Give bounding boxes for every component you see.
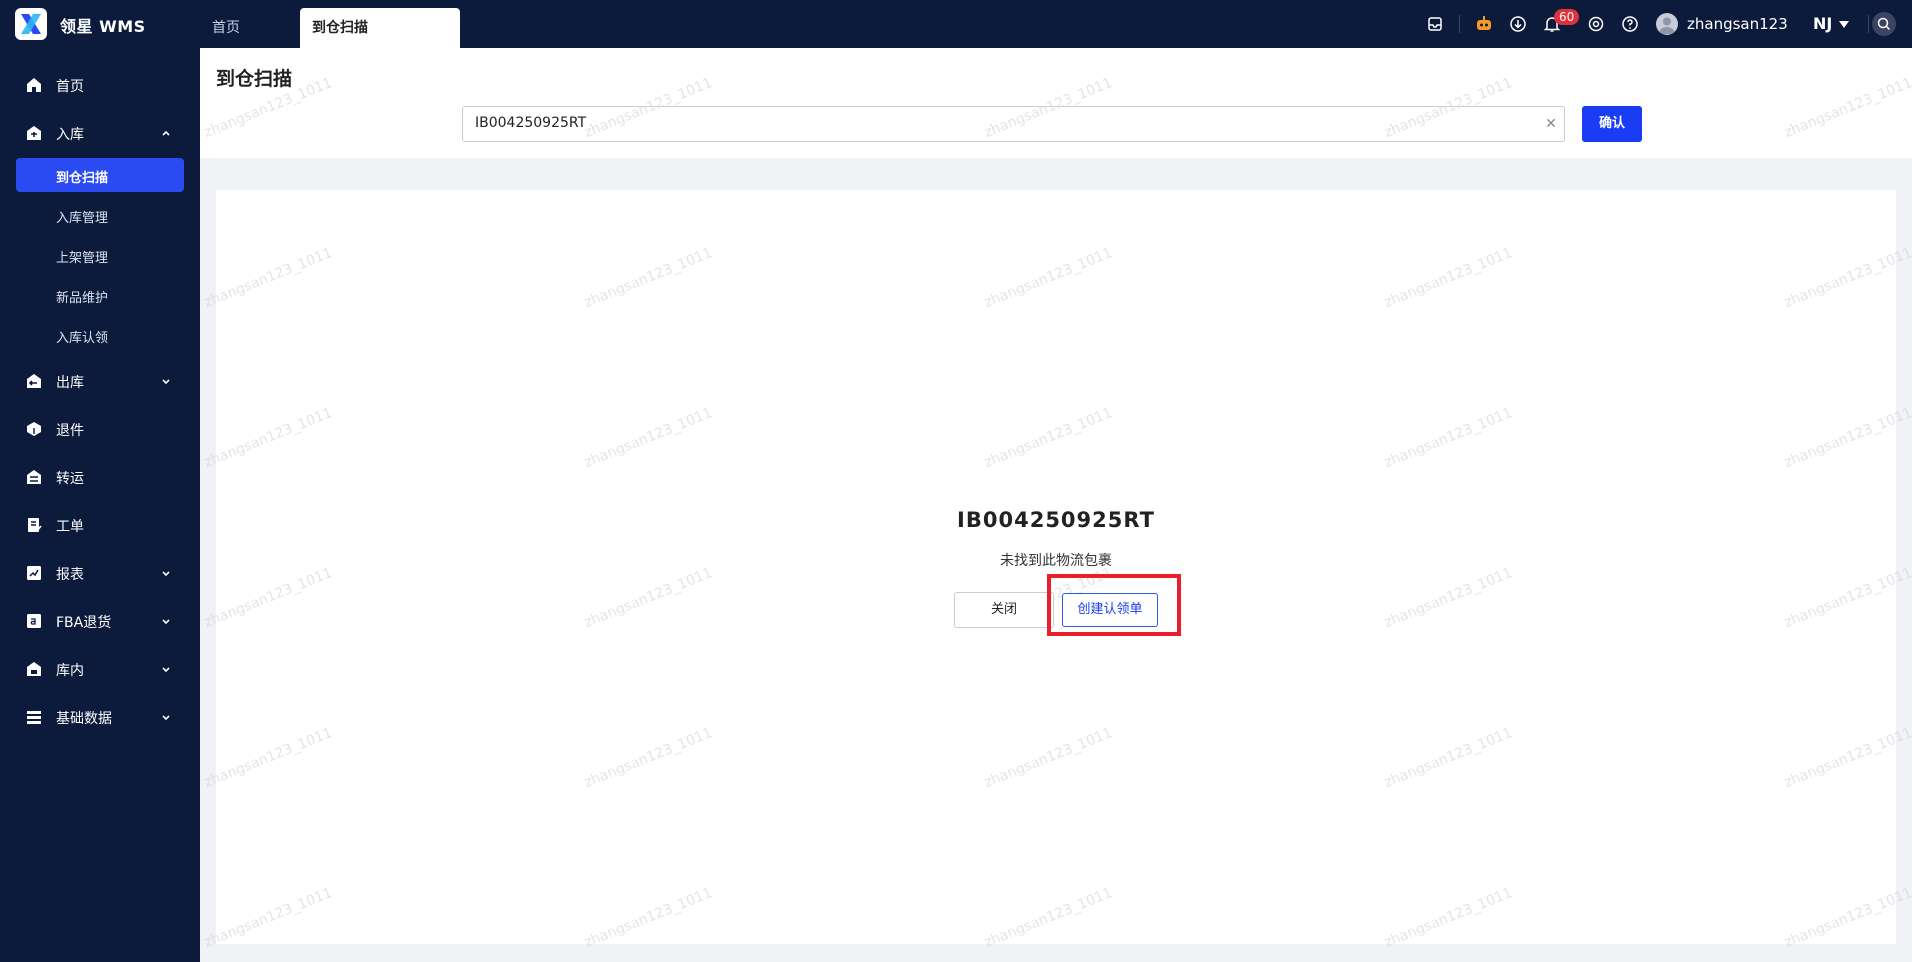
sidebar-item-label: 转运 — [56, 471, 84, 487]
notification-badge: 60 — [1554, 9, 1580, 25]
sidebar-item-label: 首页 — [56, 79, 84, 95]
chevron-down-icon — [162, 667, 170, 673]
robot-icon[interactable] — [1474, 14, 1494, 34]
sidebar-item-inbound-management[interactable]: 入库管理 — [16, 198, 184, 232]
sidebar-item-arrival-scan[interactable]: 到仓扫描 — [16, 158, 184, 192]
tab-home[interactable]: 首页 — [200, 8, 252, 48]
sidebar: 首页 入库 到仓扫描 入库管理 上架管理 新品维护 入库认领 出库 退件 转运 … — [0, 48, 200, 962]
create-claim-button[interactable]: 创建认领单 — [1062, 593, 1158, 627]
sidebar-item-label: 基础数据 — [56, 711, 112, 727]
chevron-down-icon — [162, 619, 170, 625]
sidebar-item-label: FBA退货 — [56, 615, 112, 631]
warehouse-icon — [27, 662, 41, 676]
confirm-button[interactable]: 确认 — [1582, 106, 1642, 142]
sidebar-item-fba-returns[interactable]: FBA退货 — [0, 603, 200, 639]
clear-icon[interactable]: ✕ — [1544, 117, 1558, 131]
sidebar-item-label: 入库管理 — [56, 211, 109, 226]
data-icon — [27, 711, 41, 724]
inbound-icon — [27, 126, 41, 140]
brand-name: 领星 WMS — [60, 17, 146, 36]
sidebar-item-label: 出库 — [56, 375, 84, 391]
sidebar-item-reports[interactable]: 报表 — [0, 555, 200, 591]
sidebar-item-base-data[interactable]: 基础数据 — [0, 699, 200, 735]
warehouse-selector[interactable]: NJ — [1813, 14, 1832, 33]
chevron-down-icon — [162, 715, 170, 721]
sidebar-item-label: 库内 — [56, 663, 84, 679]
top-bar: 领星 WMS 首页 到仓扫描 60 zhangsan123 NJ — [0, 0, 1912, 48]
sidebar-item-transfer[interactable]: 转运 — [0, 459, 200, 495]
topbar-divider — [1459, 15, 1460, 33]
sidebar-item-label: 新品维护 — [56, 291, 109, 306]
outbound-icon — [27, 374, 41, 388]
global-search-button[interactable] — [1872, 12, 1896, 36]
username[interactable]: zhangsan123 — [1687, 15, 1788, 33]
result-message: 未找到此物流包裹 — [1000, 553, 1112, 569]
sidebar-item-inbound[interactable]: 入库 — [0, 115, 200, 151]
avatar[interactable] — [1656, 13, 1678, 35]
topbar-divider — [1868, 15, 1869, 33]
sidebar-item-workorder[interactable]: 工单 — [0, 507, 200, 543]
download-icon[interactable] — [1508, 14, 1528, 34]
settings-icon[interactable] — [1586, 14, 1606, 34]
sidebar-item-label: 退件 — [56, 423, 84, 439]
home-icon — [27, 78, 41, 92]
chevron-down-icon — [162, 379, 170, 385]
chevron-up-icon — [162, 130, 170, 136]
sidebar-item-outbound[interactable]: 出库 — [0, 363, 200, 399]
page-title: 到仓扫描 — [216, 68, 293, 90]
search-icon — [1877, 17, 1891, 31]
inbox-icon[interactable] — [1425, 14, 1445, 34]
sidebar-item-label: 到仓扫描 — [56, 171, 109, 186]
sidebar-item-label: 报表 — [56, 567, 84, 583]
help-icon[interactable] — [1620, 14, 1640, 34]
sidebar-item-label: 入库 — [56, 127, 84, 143]
sidebar-item-returns[interactable]: 退件 — [0, 411, 200, 447]
workorder-icon — [28, 518, 42, 533]
scan-input[interactable] — [475, 115, 1515, 131]
sidebar-item-inbound-claim[interactable]: 入库认领 — [16, 318, 184, 352]
sidebar-item-label: 工单 — [56, 519, 84, 535]
sidebar-item-label: 上架管理 — [56, 251, 109, 266]
report-icon — [27, 566, 41, 580]
caret-down-icon[interactable] — [1839, 21, 1849, 28]
sidebar-item-putaway-management[interactable]: 上架管理 — [16, 238, 184, 272]
chevron-down-icon — [162, 571, 170, 577]
amazon-icon — [27, 614, 41, 628]
scan-input-field[interactable]: ✕ — [462, 106, 1565, 142]
tab-arrival-scan[interactable]: 到仓扫描 — [300, 8, 460, 48]
transfer-icon — [27, 470, 41, 484]
sidebar-item-new-product[interactable]: 新品维护 — [16, 278, 184, 312]
sidebar-item-home[interactable]: 首页 — [0, 67, 200, 103]
close-button[interactable]: 关闭 — [954, 592, 1054, 628]
brand-logo-icon[interactable] — [15, 8, 47, 40]
result-tracking-code: IB004250925RT — [957, 508, 1155, 532]
sidebar-item-label: 入库认领 — [56, 331, 109, 346]
sidebar-item-in-warehouse[interactable]: 库内 — [0, 651, 200, 687]
return-icon — [27, 422, 41, 436]
